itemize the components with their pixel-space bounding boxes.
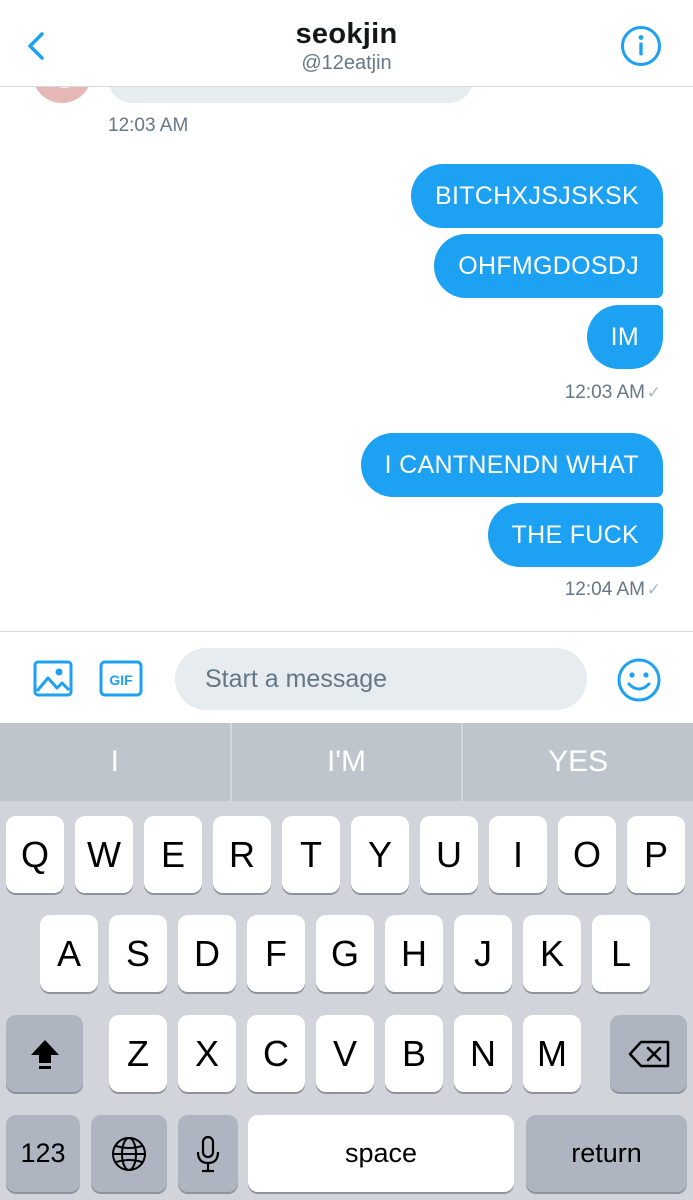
- key-d[interactable]: D: [178, 915, 236, 992]
- image-icon[interactable]: [33, 659, 73, 699]
- message-thread[interactable]: 12:03 AM BITCHXJSJSKSK OHFMGDOSDJ IM 12:…: [0, 87, 693, 630]
- key-p[interactable]: P: [627, 816, 685, 893]
- space-key[interactable]: space: [248, 1115, 514, 1192]
- key-q[interactable]: Q: [6, 816, 64, 893]
- message-timestamp: 12:04 AM: [564, 579, 645, 600]
- numbers-key[interactable]: 123: [6, 1115, 80, 1192]
- key-l[interactable]: L: [592, 915, 650, 992]
- sent-message-bubble[interactable]: BITCHXJSJSKSK: [411, 164, 663, 228]
- backspace-icon: [628, 1040, 669, 1067]
- read-check-icon: ✓: [646, 383, 661, 402]
- globe-icon: [112, 1136, 146, 1171]
- key-s[interactable]: S: [109, 915, 167, 992]
- key-y[interactable]: Y: [351, 816, 409, 893]
- key-r[interactable]: R: [213, 816, 271, 893]
- conversation-header: seokjin @12eatjin: [0, 0, 693, 87]
- message-timestamp: 12:03 AM: [564, 382, 645, 403]
- key-z[interactable]: Z: [109, 1015, 167, 1092]
- key-f[interactable]: F: [247, 915, 305, 992]
- predictive-suggestions: I I'M YES: [0, 723, 693, 801]
- conversation-handle: @12eatjin: [301, 52, 392, 74]
- key-t[interactable]: T: [282, 816, 340, 893]
- key-o[interactable]: O: [558, 816, 616, 893]
- message-timestamp: 12:03 AM: [108, 115, 189, 136]
- shift-key[interactable]: [6, 1015, 83, 1092]
- key-a[interactable]: A: [40, 915, 98, 992]
- dictation-key[interactable]: [178, 1115, 238, 1192]
- suggestion-item[interactable]: I: [0, 723, 230, 801]
- key-w[interactable]: W: [75, 816, 133, 893]
- suggestion-item[interactable]: YES: [461, 723, 693, 801]
- keyboard: I I'M YES Q W E R T Y U I O P A S D F G …: [0, 723, 693, 1200]
- key-m[interactable]: M: [523, 1015, 581, 1092]
- key-e[interactable]: E: [144, 816, 202, 893]
- key-b[interactable]: B: [385, 1015, 443, 1092]
- gif-icon[interactable]: GIF: [99, 659, 143, 699]
- gif-label: GIF: [109, 672, 133, 688]
- key-i[interactable]: I: [489, 816, 547, 893]
- globe-key[interactable]: [91, 1115, 167, 1192]
- key-c[interactable]: C: [247, 1015, 305, 1092]
- message-composer: GIF: [0, 631, 693, 724]
- conversation-title: seokjin: [295, 18, 398, 50]
- key-x[interactable]: X: [178, 1015, 236, 1092]
- key-g[interactable]: G: [316, 915, 374, 992]
- read-check-icon: ✓: [646, 580, 661, 599]
- key-j[interactable]: J: [454, 915, 512, 992]
- microphone-icon: [196, 1135, 220, 1172]
- received-message-bubble[interactable]: [108, 87, 473, 103]
- sent-message-bubble[interactable]: IM: [586, 305, 663, 369]
- return-key[interactable]: return: [526, 1115, 687, 1192]
- message-input[interactable]: [175, 648, 587, 710]
- emoji-icon[interactable]: [616, 657, 662, 703]
- sent-message-bubble[interactable]: THE FUCK: [487, 503, 663, 567]
- sent-message-bubble[interactable]: OHFMGDOSDJ: [434, 234, 663, 298]
- key-k[interactable]: K: [523, 915, 581, 992]
- avatar[interactable]: [32, 87, 92, 103]
- sent-message-bubble[interactable]: I CANTNENDN WHAT: [360, 433, 663, 497]
- shift-arrow-icon: [30, 1039, 59, 1069]
- key-n[interactable]: N: [454, 1015, 512, 1092]
- info-icon[interactable]: [619, 24, 663, 68]
- suggestion-item[interactable]: I'M: [229, 723, 462, 801]
- key-h[interactable]: H: [385, 915, 443, 992]
- delete-key[interactable]: [610, 1015, 687, 1092]
- key-u[interactable]: U: [420, 816, 478, 893]
- key-v[interactable]: V: [316, 1015, 374, 1092]
